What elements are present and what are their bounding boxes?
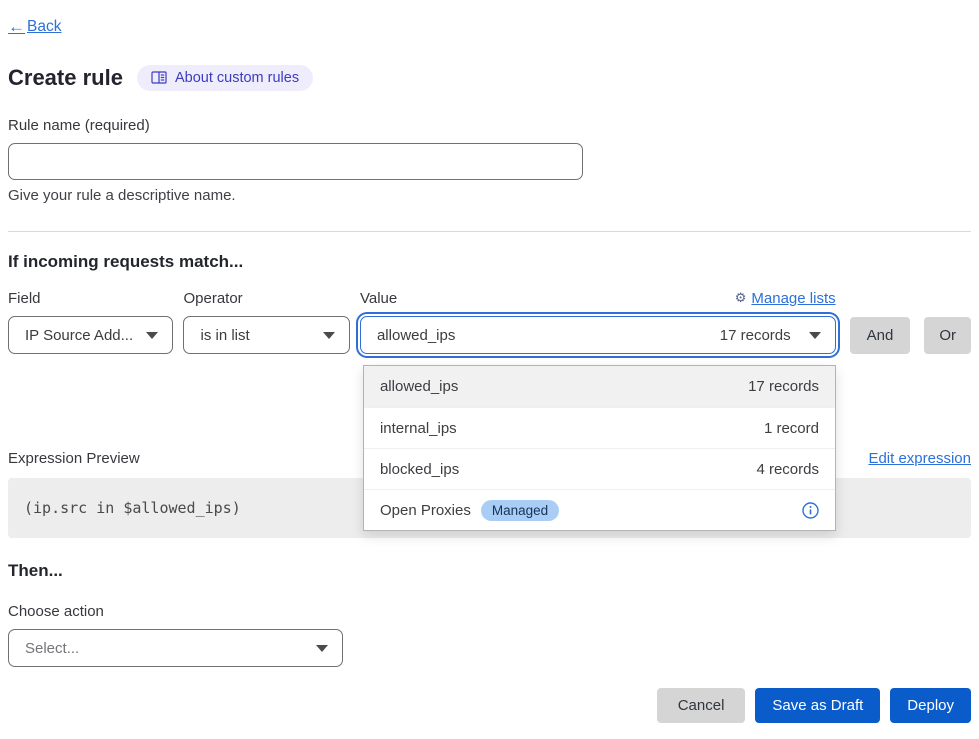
title-row: Create rule About custom rules bbox=[8, 65, 971, 91]
match-section-heading: If incoming requests match... bbox=[8, 252, 971, 272]
rule-name-input[interactable] bbox=[8, 143, 583, 180]
list-name: allowed_ips bbox=[380, 378, 458, 395]
back-row: ←Back bbox=[8, 0, 971, 37]
about-badge-label: About custom rules bbox=[175, 70, 299, 86]
or-button[interactable]: Or bbox=[924, 317, 971, 354]
dropdown-item-blocked-ips[interactable]: blocked_ips 4 records bbox=[364, 448, 835, 489]
back-arrow-icon: ← bbox=[8, 17, 25, 37]
back-link-label: Back bbox=[27, 18, 61, 36]
rule-name-label: Rule name (required) bbox=[8, 117, 971, 134]
rule-name-helper: Give your rule a descriptive name. bbox=[8, 187, 971, 204]
chevron-down-icon bbox=[316, 645, 328, 652]
list-name: internal_ips bbox=[380, 420, 457, 437]
action-select-placeholder: Select... bbox=[25, 640, 304, 657]
operator-select[interactable]: is in list bbox=[183, 316, 349, 354]
and-button[interactable]: And bbox=[850, 317, 911, 354]
condition-row: Field IP Source Add... Operator is in li… bbox=[8, 289, 971, 354]
expression-preview-label: Expression Preview bbox=[8, 450, 140, 467]
value-select[interactable]: allowed_ips 17 records bbox=[360, 316, 836, 354]
chevron-down-icon bbox=[809, 332, 821, 339]
value-label: Value bbox=[360, 290, 397, 307]
chevron-down-icon bbox=[323, 332, 335, 339]
value-select-value: allowed_ips bbox=[377, 327, 720, 344]
field-select-value: IP Source Add... bbox=[25, 327, 134, 344]
about-custom-rules-link[interactable]: About custom rules bbox=[137, 65, 313, 91]
list-records: 1 record bbox=[764, 420, 819, 437]
list-records: 4 records bbox=[756, 461, 819, 478]
create-rule-page: ←Back Create rule About custom rules Rul… bbox=[0, 0, 979, 739]
page-title: Create rule bbox=[8, 65, 123, 91]
manage-lists-link[interactable]: ⚙ Manage lists bbox=[735, 290, 836, 307]
footer-actions: Cancel Save as Draft Deploy bbox=[8, 688, 971, 723]
field-label: Field bbox=[8, 290, 41, 307]
list-records: 17 records bbox=[748, 378, 819, 395]
back-link[interactable]: ←Back bbox=[8, 17, 61, 37]
save-as-draft-button[interactable]: Save as Draft bbox=[755, 688, 880, 723]
info-icon[interactable] bbox=[802, 502, 819, 519]
dropdown-item-allowed-ips[interactable]: allowed_ips 17 records bbox=[364, 366, 835, 407]
field-column: Field IP Source Add... bbox=[8, 289, 173, 354]
value-dropdown-menu: allowed_ips 17 records internal_ips 1 re… bbox=[363, 365, 836, 531]
choose-action-label: Choose action bbox=[8, 603, 971, 620]
manage-lists-label: Manage lists bbox=[751, 290, 835, 307]
operator-label: Operator bbox=[183, 290, 242, 307]
dropdown-item-open-proxies[interactable]: Open Proxies Managed bbox=[364, 489, 835, 530]
edit-expression-link[interactable]: Edit expression bbox=[868, 450, 971, 467]
managed-badge: Managed bbox=[481, 500, 559, 521]
cancel-button[interactable]: Cancel bbox=[657, 688, 746, 723]
deploy-button[interactable]: Deploy bbox=[890, 688, 971, 723]
list-name: Open Proxies bbox=[380, 502, 471, 519]
then-section-heading: Then... bbox=[8, 561, 971, 581]
value-column: Value ⚙ Manage lists allowed_ips 17 reco… bbox=[360, 289, 836, 354]
dropdown-item-internal-ips[interactable]: internal_ips 1 record bbox=[364, 407, 835, 448]
book-icon bbox=[151, 71, 167, 85]
gear-icon: ⚙ bbox=[735, 290, 747, 306]
value-select-records: 17 records bbox=[720, 327, 791, 344]
operator-select-value: is in list bbox=[200, 327, 310, 344]
field-select[interactable]: IP Source Add... bbox=[8, 316, 173, 354]
operator-column: Operator is in list bbox=[183, 289, 349, 354]
section-divider bbox=[8, 231, 971, 232]
list-name: blocked_ips bbox=[380, 461, 459, 478]
action-select[interactable]: Select... bbox=[8, 629, 343, 667]
chevron-down-icon bbox=[146, 332, 158, 339]
expression-code: (ip.src in $allowed_ips) bbox=[24, 499, 241, 517]
